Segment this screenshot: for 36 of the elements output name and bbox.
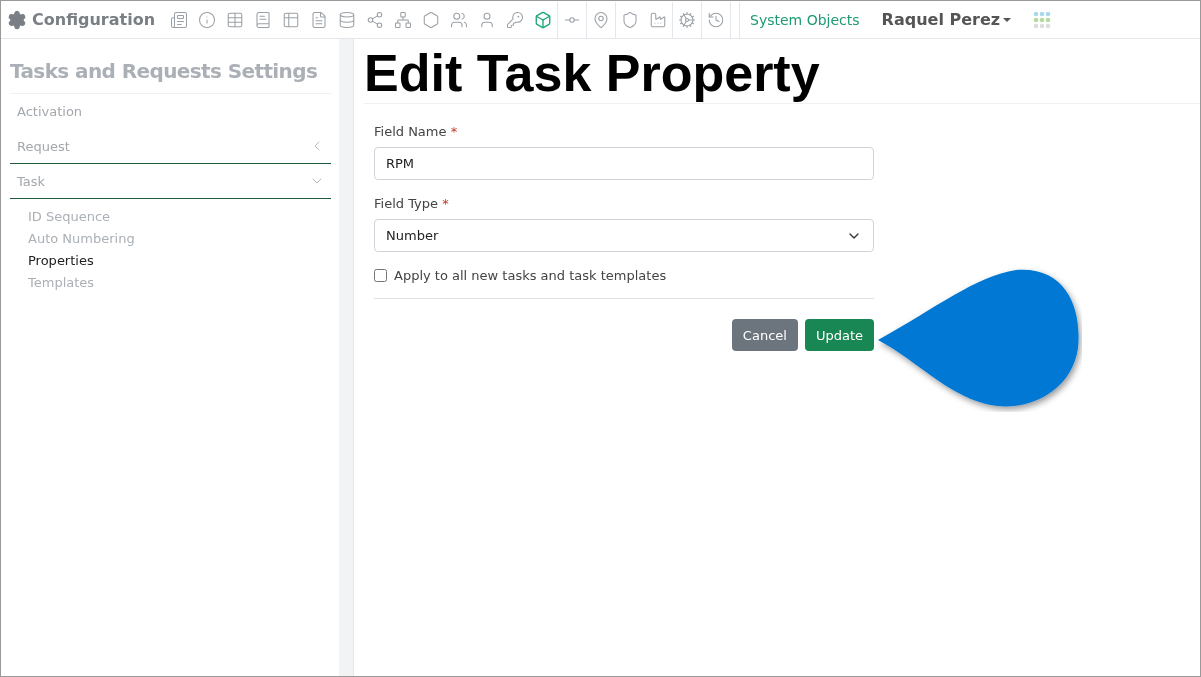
- share-icon[interactable]: [366, 10, 385, 29]
- checkbox[interactable]: [374, 269, 387, 282]
- document-icon[interactable]: [310, 10, 329, 29]
- key-icon[interactable]: [506, 10, 525, 29]
- select-field[interactable]: Number: [374, 219, 874, 252]
- cancel-button[interactable]: Cancel: [731, 319, 798, 351]
- map-pin-icon[interactable]: [592, 10, 611, 29]
- users-icon[interactable]: [450, 10, 469, 29]
- page-title: Edit Task Property: [364, 45, 1200, 104]
- book-icon[interactable]: [254, 10, 273, 29]
- sidebar-item[interactable]: Activation: [10, 94, 331, 129]
- database-icon[interactable]: [338, 10, 357, 29]
- cube-icon[interactable]: [534, 10, 553, 29]
- shield-icon[interactable]: [621, 10, 640, 29]
- update-button[interactable]: Update: [804, 319, 874, 351]
- field-label: Field Name *: [374, 124, 459, 139]
- sidebar-subitem[interactable]: Properties: [10, 250, 331, 272]
- table-icon[interactable]: [226, 10, 245, 29]
- factory-icon[interactable]: [649, 10, 668, 29]
- sidebar-item[interactable]: Task: [10, 164, 331, 199]
- gear-icon: [7, 9, 27, 30]
- user-menu[interactable]: Raquel Perez: [871, 10, 1022, 29]
- apps-grid-icon[interactable]: [1033, 10, 1052, 29]
- table-icon[interactable]: [282, 10, 301, 29]
- info-icon[interactable]: [198, 10, 217, 29]
- system-objects-link[interactable]: System Objects: [739, 1, 872, 38]
- hexagon-icon[interactable]: [422, 10, 441, 29]
- history-icon[interactable]: [707, 10, 726, 29]
- field-label: Field Type *: [374, 196, 450, 211]
- app-title: Configuration: [32, 10, 156, 29]
- sidebar-item[interactable]: Request: [10, 129, 331, 164]
- checkbox-label[interactable]: Apply to all new tasks and task templates: [374, 268, 874, 299]
- newspaper-icon[interactable]: [170, 10, 189, 29]
- input-field[interactable]: RPM: [374, 147, 874, 180]
- network-icon[interactable]: [394, 10, 413, 29]
- sidebar-title: Tasks and Requests Settings: [10, 59, 331, 94]
